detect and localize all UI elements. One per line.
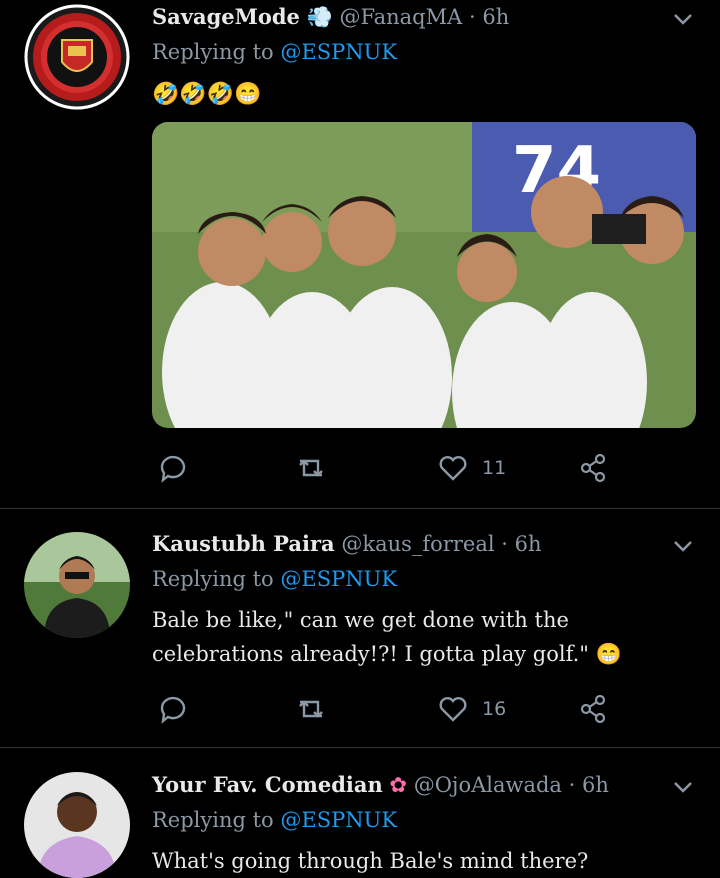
like-button[interactable]: 16 [436, 689, 506, 729]
display-name[interactable]: SavageMode [152, 4, 300, 29]
retweet-icon [299, 700, 323, 718]
chevron-down-icon[interactable] [672, 8, 694, 30]
reply-button[interactable] [156, 689, 190, 729]
tweet-2[interactable]: Kaustubh Paira @kaus_forreal · 6h Replyi… [0, 509, 720, 747]
like-button[interactable]: 11 [436, 448, 506, 488]
tweet-actions: 11 [152, 448, 622, 488]
display-name[interactable]: Your Fav. Comedian [152, 772, 383, 797]
replying-to: Replying to @ESPNUK [152, 567, 397, 591]
replying-to: Replying to @ESPNUK [152, 808, 397, 832]
dash-icon: 💨 [306, 5, 333, 29]
timestamp[interactable]: · 6h [501, 532, 541, 556]
football-celebration-photo: 74 [152, 122, 696, 428]
handle[interactable]: @kaus_forreal [341, 532, 494, 556]
profile-photo [24, 772, 130, 878]
chevron-down-icon[interactable] [672, 776, 694, 798]
retweet-button[interactable] [294, 689, 328, 729]
tweet-3[interactable]: Your Fav. Comedian ✿ @OjoAlawada · 6h Re… [0, 748, 720, 878]
mention-link[interactable]: @ESPNUK [280, 40, 397, 64]
tweet-header: Kaustubh Paira @kaus_forreal · 6h [152, 531, 542, 556]
replying-prefix: Replying to [152, 40, 274, 64]
share-icon [580, 453, 606, 483]
tweet-header: SavageMode 💨 @FanaqMA · 6h [152, 4, 509, 30]
profile-photo [24, 532, 130, 638]
tweet-text: 🤣🤣🤣😁 [152, 82, 262, 107]
like-count: 11 [482, 457, 507, 479]
replying-prefix: Replying to [152, 567, 274, 591]
replying-prefix: Replying to [152, 808, 274, 832]
tweet-1[interactable]: SavageMode 💨 @FanaqMA · 6h Replying to @… [0, 0, 720, 508]
avatar[interactable] [24, 532, 130, 638]
tweet-text: What's going through Bale's mind there? [152, 849, 589, 873]
tweet-media[interactable]: 74 [152, 122, 696, 428]
retweet-icon [299, 459, 323, 477]
heart-icon [439, 456, 467, 481]
reply-icon [160, 455, 186, 483]
blossom-icon: ✿ [389, 773, 408, 797]
share-icon [580, 694, 606, 724]
tweet-text: Bale be like," can we get done with the … [152, 608, 622, 666]
tweet-header: Your Fav. Comedian ✿ @OjoAlawada · 6h [152, 772, 609, 797]
replying-to: Replying to @ESPNUK [152, 40, 397, 64]
timestamp[interactable]: · 6h [469, 5, 509, 29]
heart-icon [439, 697, 467, 722]
tweet-actions: 16 [152, 689, 622, 729]
share-button[interactable] [576, 689, 610, 729]
share-button[interactable] [576, 448, 610, 488]
mention-link[interactable]: @ESPNUK [280, 808, 397, 832]
avatar[interactable] [24, 772, 130, 878]
like-count: 16 [482, 698, 507, 720]
reply-icon [160, 696, 186, 724]
mention-link[interactable]: @ESPNUK [280, 567, 397, 591]
avatar[interactable] [24, 4, 130, 110]
manchester-united-crest-icon [24, 4, 130, 110]
handle[interactable]: @OjoAlawada [414, 773, 562, 797]
display-name[interactable]: Kaustubh Paira [152, 531, 335, 556]
handle[interactable]: @FanaqMA [339, 5, 462, 29]
retweet-button[interactable] [294, 448, 328, 488]
timestamp[interactable]: · 6h [569, 773, 609, 797]
reply-button[interactable] [156, 448, 190, 488]
chevron-down-icon[interactable] [672, 535, 694, 557]
